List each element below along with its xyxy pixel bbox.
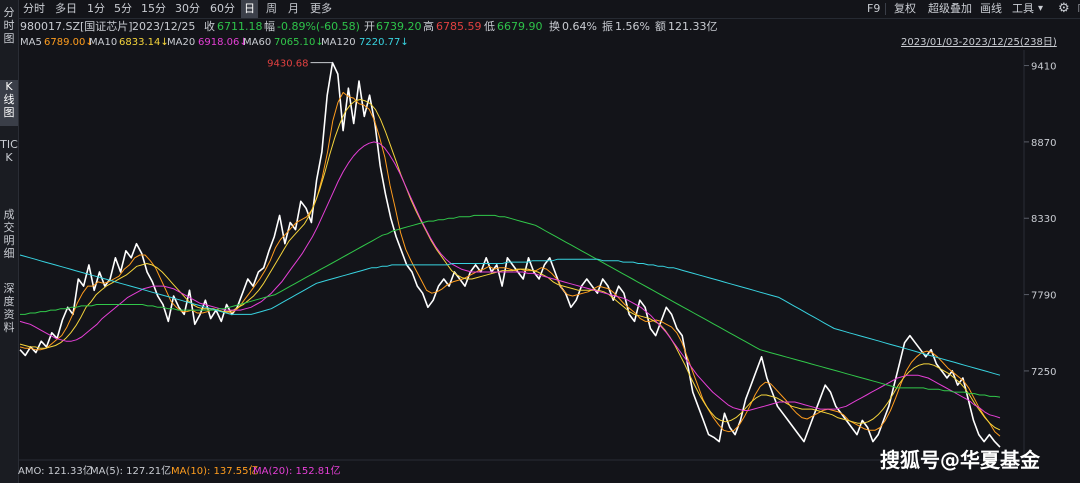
series-line-ma5 xyxy=(19,91,1001,437)
y-tick-label: 7250 xyxy=(1031,367,1056,378)
volume-ma10: MA(10): 137.55亿 xyxy=(171,466,259,477)
series-line-ma10 xyxy=(19,99,1001,431)
volume-amo: AMO: 121.33亿 xyxy=(18,466,93,477)
volume-ma5: MA(5): 127.21亿 xyxy=(90,466,172,477)
y-tick-label: 8330 xyxy=(1031,214,1056,225)
price-series-line xyxy=(19,61,1001,448)
kline-chart: 9410 8870 8330 7790 7250 9430.68 xyxy=(18,50,1056,461)
series-line-ma20 xyxy=(19,141,1001,419)
max-price-label: 9430.68 xyxy=(267,59,308,70)
chart-app: { "sidebar": { "tabs": [ {"label": "分时图"… xyxy=(0,0,1080,483)
y-tick-label: 9410 xyxy=(1031,62,1056,73)
series-line-ma60 xyxy=(20,214,1001,398)
volume-ma20: MA(20): 152.81亿 xyxy=(253,466,341,477)
y-tick-label: 8870 xyxy=(1031,138,1056,149)
y-tick-label: 7790 xyxy=(1031,291,1056,302)
watermark-text: 搜狐号@华夏基金 xyxy=(880,448,1040,472)
